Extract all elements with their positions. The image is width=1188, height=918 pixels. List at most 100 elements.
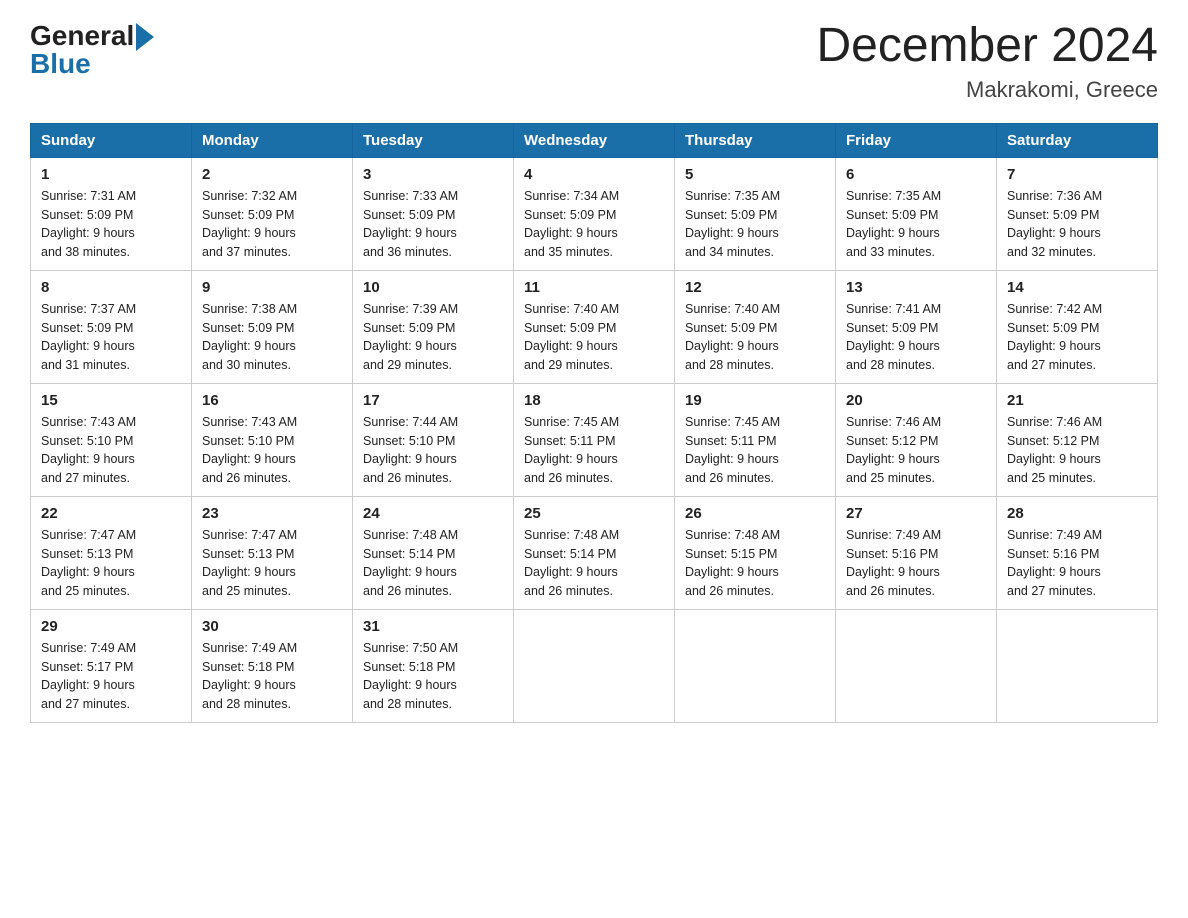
- calendar-cell: 11 Sunrise: 7:40 AM Sunset: 5:09 PM Dayl…: [514, 270, 675, 383]
- page-header: General Blue December 2024 Makrakomi, Gr…: [30, 20, 1158, 103]
- calendar-cell: 31 Sunrise: 7:50 AM Sunset: 5:18 PM Dayl…: [353, 609, 514, 722]
- day-info: Sunrise: 7:49 AM Sunset: 5:16 PM Dayligh…: [1007, 526, 1147, 601]
- day-number: 5: [685, 166, 825, 183]
- calendar-cell: 19 Sunrise: 7:45 AM Sunset: 5:11 PM Dayl…: [675, 383, 836, 496]
- day-info: Sunrise: 7:43 AM Sunset: 5:10 PM Dayligh…: [41, 413, 181, 488]
- calendar-cell: 4 Sunrise: 7:34 AM Sunset: 5:09 PM Dayli…: [514, 157, 675, 270]
- calendar-week-row: 29 Sunrise: 7:49 AM Sunset: 5:17 PM Dayl…: [31, 609, 1158, 722]
- day-info: Sunrise: 7:49 AM Sunset: 5:16 PM Dayligh…: [846, 526, 986, 601]
- day-info: Sunrise: 7:32 AM Sunset: 5:09 PM Dayligh…: [202, 187, 342, 262]
- day-info: Sunrise: 7:35 AM Sunset: 5:09 PM Dayligh…: [846, 187, 986, 262]
- day-info: Sunrise: 7:46 AM Sunset: 5:12 PM Dayligh…: [846, 413, 986, 488]
- day-number: 25: [524, 505, 664, 522]
- day-info: Sunrise: 7:34 AM Sunset: 5:09 PM Dayligh…: [524, 187, 664, 262]
- day-info: Sunrise: 7:45 AM Sunset: 5:11 PM Dayligh…: [685, 413, 825, 488]
- day-info: Sunrise: 7:38 AM Sunset: 5:09 PM Dayligh…: [202, 300, 342, 375]
- day-info: Sunrise: 7:46 AM Sunset: 5:12 PM Dayligh…: [1007, 413, 1147, 488]
- day-info: Sunrise: 7:47 AM Sunset: 5:13 PM Dayligh…: [41, 526, 181, 601]
- calendar-cell: 9 Sunrise: 7:38 AM Sunset: 5:09 PM Dayli…: [192, 270, 353, 383]
- day-info: Sunrise: 7:37 AM Sunset: 5:09 PM Dayligh…: [41, 300, 181, 375]
- day-number: 6: [846, 166, 986, 183]
- calendar-cell: [514, 609, 675, 722]
- day-info: Sunrise: 7:44 AM Sunset: 5:10 PM Dayligh…: [363, 413, 503, 488]
- day-number: 22: [41, 505, 181, 522]
- calendar-week-row: 22 Sunrise: 7:47 AM Sunset: 5:13 PM Dayl…: [31, 496, 1158, 609]
- logo-arrow-icon: [136, 23, 154, 51]
- calendar-cell: 24 Sunrise: 7:48 AM Sunset: 5:14 PM Dayl…: [353, 496, 514, 609]
- calendar-cell: 6 Sunrise: 7:35 AM Sunset: 5:09 PM Dayli…: [836, 157, 997, 270]
- day-number: 26: [685, 505, 825, 522]
- day-number: 29: [41, 618, 181, 635]
- calendar-week-row: 8 Sunrise: 7:37 AM Sunset: 5:09 PM Dayli…: [31, 270, 1158, 383]
- day-number: 8: [41, 279, 181, 296]
- calendar-cell: [675, 609, 836, 722]
- day-number: 13: [846, 279, 986, 296]
- day-info: Sunrise: 7:40 AM Sunset: 5:09 PM Dayligh…: [524, 300, 664, 375]
- calendar-cell: 26 Sunrise: 7:48 AM Sunset: 5:15 PM Dayl…: [675, 496, 836, 609]
- calendar-header-wednesday: Wednesday: [514, 123, 675, 157]
- day-number: 31: [363, 618, 503, 635]
- day-number: 19: [685, 392, 825, 409]
- calendar-cell: 22 Sunrise: 7:47 AM Sunset: 5:13 PM Dayl…: [31, 496, 192, 609]
- day-number: 12: [685, 279, 825, 296]
- calendar-table: SundayMondayTuesdayWednesdayThursdayFrid…: [30, 123, 1158, 723]
- calendar-cell: 5 Sunrise: 7:35 AM Sunset: 5:09 PM Dayli…: [675, 157, 836, 270]
- day-info: Sunrise: 7:47 AM Sunset: 5:13 PM Dayligh…: [202, 526, 342, 601]
- calendar-cell: 1 Sunrise: 7:31 AM Sunset: 5:09 PM Dayli…: [31, 157, 192, 270]
- day-number: 2: [202, 166, 342, 183]
- calendar-cell: [836, 609, 997, 722]
- calendar-header-monday: Monday: [192, 123, 353, 157]
- day-number: 15: [41, 392, 181, 409]
- calendar-cell: 21 Sunrise: 7:46 AM Sunset: 5:12 PM Dayl…: [997, 383, 1158, 496]
- calendar-cell: 8 Sunrise: 7:37 AM Sunset: 5:09 PM Dayli…: [31, 270, 192, 383]
- day-number: 24: [363, 505, 503, 522]
- day-info: Sunrise: 7:42 AM Sunset: 5:09 PM Dayligh…: [1007, 300, 1147, 375]
- day-number: 7: [1007, 166, 1147, 183]
- day-number: 30: [202, 618, 342, 635]
- day-number: 10: [363, 279, 503, 296]
- calendar-cell: 20 Sunrise: 7:46 AM Sunset: 5:12 PM Dayl…: [836, 383, 997, 496]
- logo-blue-text: Blue: [30, 48, 91, 80]
- day-info: Sunrise: 7:40 AM Sunset: 5:09 PM Dayligh…: [685, 300, 825, 375]
- calendar-cell: 14 Sunrise: 7:42 AM Sunset: 5:09 PM Dayl…: [997, 270, 1158, 383]
- day-number: 28: [1007, 505, 1147, 522]
- day-number: 3: [363, 166, 503, 183]
- calendar-cell: 2 Sunrise: 7:32 AM Sunset: 5:09 PM Dayli…: [192, 157, 353, 270]
- day-info: Sunrise: 7:48 AM Sunset: 5:14 PM Dayligh…: [363, 526, 503, 601]
- calendar-cell: 29 Sunrise: 7:49 AM Sunset: 5:17 PM Dayl…: [31, 609, 192, 722]
- day-info: Sunrise: 7:39 AM Sunset: 5:09 PM Dayligh…: [363, 300, 503, 375]
- day-info: Sunrise: 7:49 AM Sunset: 5:17 PM Dayligh…: [41, 639, 181, 714]
- day-info: Sunrise: 7:49 AM Sunset: 5:18 PM Dayligh…: [202, 639, 342, 714]
- calendar-cell: 13 Sunrise: 7:41 AM Sunset: 5:09 PM Dayl…: [836, 270, 997, 383]
- day-info: Sunrise: 7:50 AM Sunset: 5:18 PM Dayligh…: [363, 639, 503, 714]
- calendar-week-row: 1 Sunrise: 7:31 AM Sunset: 5:09 PM Dayli…: [31, 157, 1158, 270]
- calendar-cell: 12 Sunrise: 7:40 AM Sunset: 5:09 PM Dayl…: [675, 270, 836, 383]
- calendar-cell: 15 Sunrise: 7:43 AM Sunset: 5:10 PM Dayl…: [31, 383, 192, 496]
- day-number: 23: [202, 505, 342, 522]
- day-info: Sunrise: 7:35 AM Sunset: 5:09 PM Dayligh…: [685, 187, 825, 262]
- calendar-cell: 25 Sunrise: 7:48 AM Sunset: 5:14 PM Dayl…: [514, 496, 675, 609]
- day-number: 27: [846, 505, 986, 522]
- calendar-header-tuesday: Tuesday: [353, 123, 514, 157]
- calendar-header-friday: Friday: [836, 123, 997, 157]
- day-number: 14: [1007, 279, 1147, 296]
- day-info: Sunrise: 7:33 AM Sunset: 5:09 PM Dayligh…: [363, 187, 503, 262]
- day-info: Sunrise: 7:48 AM Sunset: 5:14 PM Dayligh…: [524, 526, 664, 601]
- logo: General Blue: [30, 20, 154, 80]
- day-number: 16: [202, 392, 342, 409]
- day-number: 11: [524, 279, 664, 296]
- calendar-header-saturday: Saturday: [997, 123, 1158, 157]
- day-number: 4: [524, 166, 664, 183]
- day-number: 9: [202, 279, 342, 296]
- calendar-cell: 23 Sunrise: 7:47 AM Sunset: 5:13 PM Dayl…: [192, 496, 353, 609]
- calendar-header-sunday: Sunday: [31, 123, 192, 157]
- day-info: Sunrise: 7:41 AM Sunset: 5:09 PM Dayligh…: [846, 300, 986, 375]
- day-number: 18: [524, 392, 664, 409]
- calendar-cell: 17 Sunrise: 7:44 AM Sunset: 5:10 PM Dayl…: [353, 383, 514, 496]
- day-number: 1: [41, 166, 181, 183]
- page-subtitle: Makrakomi, Greece: [816, 77, 1158, 103]
- page-title: December 2024: [816, 20, 1158, 73]
- day-info: Sunrise: 7:45 AM Sunset: 5:11 PM Dayligh…: [524, 413, 664, 488]
- day-number: 21: [1007, 392, 1147, 409]
- day-info: Sunrise: 7:31 AM Sunset: 5:09 PM Dayligh…: [41, 187, 181, 262]
